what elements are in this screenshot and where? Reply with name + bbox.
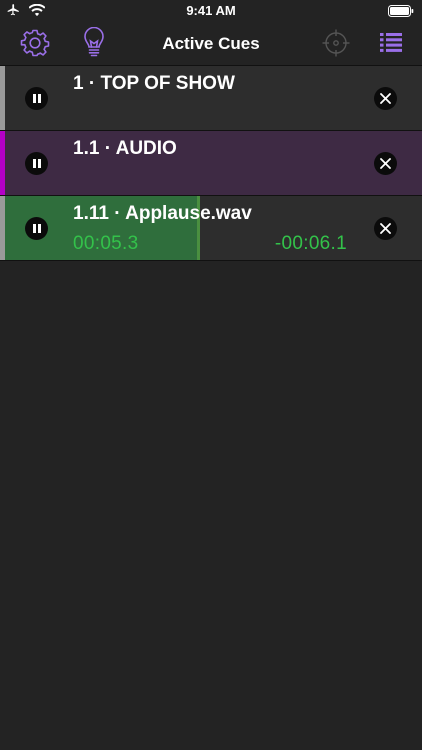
close-button[interactable] [374,217,397,240]
status-bar: 9:41 AM [0,0,422,22]
nav-bar: Active Cues [0,22,422,65]
close-button[interactable] [374,87,397,110]
close-icon [380,223,391,234]
active-cue-list: 1 · TOP OF SHOW 1.1 · AUDIO 1.11 · Appla… [0,65,422,261]
target-icon[interactable] [322,29,350,57]
close-icon [380,158,391,169]
cue-row[interactable]: 1.11 · Applause.wav 00:05.3 -00:06.1 [0,195,422,261]
pause-button[interactable] [25,152,48,175]
cue-color-bar [0,131,5,195]
pause-button[interactable] [25,217,48,240]
pause-button[interactable] [25,87,48,110]
battery-icon [388,5,414,17]
cue-color-bar [0,196,5,260]
cue-row[interactable]: 1 · TOP OF SHOW [0,65,422,130]
cue-color-bar [0,66,5,130]
list-icon[interactable] [380,33,402,52]
cue-row[interactable]: 1.1 · AUDIO [0,130,422,195]
cue-label: 1.1 · AUDIO [73,138,177,159]
status-time: 9:41 AM [186,3,236,18]
cue-elapsed-time: 00:05.3 [73,233,139,254]
close-button[interactable] [374,152,397,175]
page-title: Active Cues [162,34,260,53]
cue-remaining-time: -00:06.1 [274,233,347,254]
cue-label: 1.11 · Applause.wav [73,203,252,224]
close-icon [380,93,391,104]
cue-label: 1 · TOP OF SHOW [73,73,235,94]
